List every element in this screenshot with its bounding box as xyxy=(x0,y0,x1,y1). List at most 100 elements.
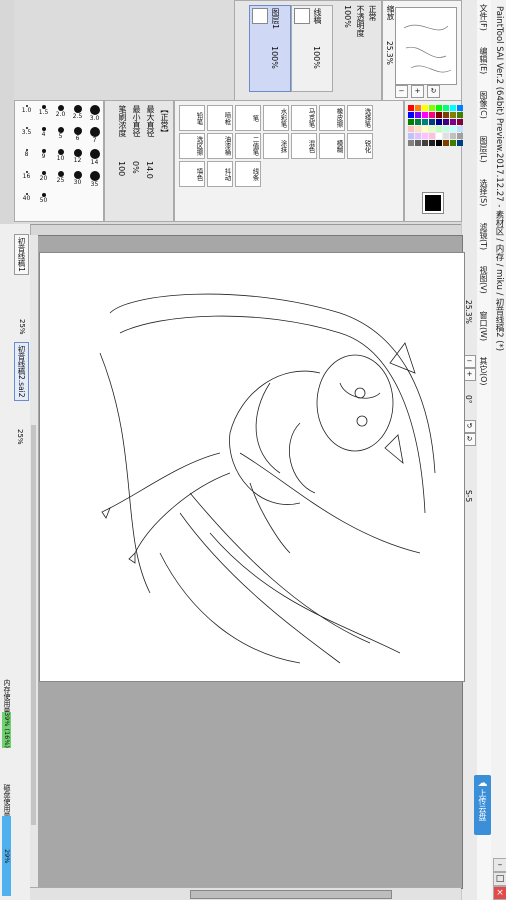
color-swatch[interactable] xyxy=(450,140,456,146)
brush-size-item[interactable]: 1.5 xyxy=(36,105,51,125)
tool-item[interactable]: 马克笔 xyxy=(291,105,317,131)
menu-window[interactable]: 窗口(W) xyxy=(478,311,489,341)
brush-size-item[interactable]: 16 xyxy=(19,171,34,191)
brush-size-item[interactable]: 5 xyxy=(53,127,68,147)
menu-filter[interactable]: 滤镜(T) xyxy=(478,223,489,250)
tool-item[interactable]: 笔 xyxy=(235,105,261,131)
color-swatch[interactable] xyxy=(429,126,435,132)
tool-item[interactable]: 选择笔 xyxy=(347,105,373,131)
brush-size-item[interactable]: 3.5 xyxy=(19,127,34,147)
color-swatch[interactable] xyxy=(443,126,449,132)
brush-size-item[interactable]: 10 xyxy=(53,149,68,169)
layer-opacity-value[interactable]: 100% xyxy=(343,5,352,28)
color-swatch[interactable] xyxy=(429,133,435,139)
color-swatch[interactable] xyxy=(422,112,428,118)
color-swatch[interactable] xyxy=(450,133,456,139)
tool-item[interactable]: 橡皮擦 xyxy=(319,105,345,131)
tool-item[interactable]: 填色 xyxy=(179,161,205,187)
layer-item-active[interactable]: 图层1 100% xyxy=(249,5,291,92)
color-swatch[interactable] xyxy=(422,140,428,146)
tool-item[interactable]: 喷枪 xyxy=(207,105,233,131)
tool-item[interactable]: 水彩笔 xyxy=(263,105,289,131)
color-swatch[interactable] xyxy=(415,126,421,132)
color-swatch[interactable] xyxy=(450,119,456,125)
color-swatch[interactable] xyxy=(422,133,428,139)
color-swatch[interactable] xyxy=(422,119,428,125)
tool-item[interactable]: 油漆桶 xyxy=(207,133,233,159)
navigator-thumbnail[interactable] xyxy=(395,7,457,85)
brush-size-item[interactable]: 30 xyxy=(70,171,85,191)
brush-size-item[interactable]: 35 xyxy=(87,171,102,191)
tool-item[interactable]: 二值笔 xyxy=(235,133,261,159)
tool-item[interactable]: 线条 xyxy=(235,161,261,187)
max-size-value[interactable]: 14.0 xyxy=(145,161,154,179)
brush-size-item[interactable]: 20 xyxy=(36,171,51,191)
close-button[interactable]: × xyxy=(493,886,506,900)
maximize-button[interactable]: □ xyxy=(493,872,506,886)
color-swatch[interactable] xyxy=(457,105,463,111)
brush-size-item[interactable]: 1.0 xyxy=(19,105,34,125)
brush-size-item[interactable]: 14 xyxy=(87,149,102,169)
scroll-thumb[interactable] xyxy=(190,890,392,899)
upload-cloud-button[interactable]: ☁ 上传云盘 xyxy=(474,775,491,835)
color-swatch[interactable] xyxy=(457,140,463,146)
color-swatch[interactable] xyxy=(457,133,463,139)
color-swatch[interactable] xyxy=(415,105,421,111)
menu-file[interactable]: 文件(F) xyxy=(478,4,489,31)
stabilizer-value[interactable]: S-5 xyxy=(464,490,473,502)
menu-image[interactable]: 图像(C) xyxy=(478,91,489,119)
color-swatch[interactable] xyxy=(436,133,442,139)
tool-item[interactable]: 铅笔 xyxy=(179,105,205,131)
color-swatch[interactable] xyxy=(408,126,414,132)
color-swatch[interactable] xyxy=(450,126,456,132)
brush-size-item[interactable]: 2.0 xyxy=(53,105,68,125)
color-swatch[interactable] xyxy=(436,105,442,111)
color-swatch[interactable] xyxy=(422,126,428,132)
color-swatch[interactable] xyxy=(429,112,435,118)
color-swatch[interactable] xyxy=(443,119,449,125)
color-swatch[interactable] xyxy=(408,133,414,139)
color-swatch[interactable] xyxy=(408,112,414,118)
color-swatch[interactable] xyxy=(429,119,435,125)
tool-item[interactable]: 模糊 xyxy=(319,133,345,159)
color-swatch[interactable] xyxy=(450,112,456,118)
brush-size-item[interactable]: 3.0 xyxy=(87,105,102,125)
color-swatch[interactable] xyxy=(457,119,463,125)
document-tab-active[interactable]: 初音线稿2.sai2 xyxy=(14,342,29,401)
document-tab[interactable]: 初音线稿1 xyxy=(14,234,29,275)
tool-item[interactable]: 选区擦 xyxy=(179,133,205,159)
tool-item[interactable]: 锐化 xyxy=(347,133,373,159)
brush-size-item[interactable]: 2.5 xyxy=(70,105,85,125)
canvas-viewport[interactable] xyxy=(30,235,465,889)
color-swatch[interactable] xyxy=(443,140,449,146)
brush-size-item[interactable]: 8 xyxy=(19,149,34,169)
color-swatch[interactable] xyxy=(450,105,456,111)
color-swatch[interactable] xyxy=(436,140,442,146)
density-value[interactable]: 100 xyxy=(117,161,126,176)
nav-zoom-in[interactable]: + xyxy=(411,85,424,98)
tool-item[interactable]: 混色 xyxy=(291,133,317,159)
nav-rotate[interactable]: ↻ xyxy=(427,85,440,98)
minimize-button[interactable]: – xyxy=(493,858,506,872)
color-swatch[interactable] xyxy=(415,140,421,146)
brush-size-item[interactable]: 7 xyxy=(87,127,102,147)
layer-mode[interactable]: 正常 xyxy=(367,5,378,21)
brush-size-item[interactable]: 50 xyxy=(36,193,51,213)
layer-item[interactable]: 线稿 100% xyxy=(291,5,333,92)
tool-item[interactable]: 涂抹 xyxy=(263,133,289,159)
brush-mode[interactable]: 【正常】 xyxy=(159,105,170,137)
nav-zoom-out[interactable]: − xyxy=(395,85,408,98)
menu-view[interactable]: 视图(V) xyxy=(478,266,489,294)
brush-size-item[interactable]: 40 xyxy=(19,193,34,213)
color-swatch[interactable] xyxy=(436,126,442,132)
color-swatch[interactable] xyxy=(457,112,463,118)
menu-edit[interactable]: 编辑(E) xyxy=(478,47,489,74)
color-swatch[interactable] xyxy=(415,119,421,125)
color-swatch[interactable] xyxy=(408,105,414,111)
brush-size-item[interactable]: 25 xyxy=(53,171,68,191)
horizontal-scrollbar[interactable] xyxy=(30,887,461,900)
color-swatch[interactable] xyxy=(443,133,449,139)
brush-size-item[interactable]: 4 xyxy=(36,127,51,147)
color-swatch[interactable] xyxy=(457,126,463,132)
scroll-thumb[interactable] xyxy=(31,425,36,825)
